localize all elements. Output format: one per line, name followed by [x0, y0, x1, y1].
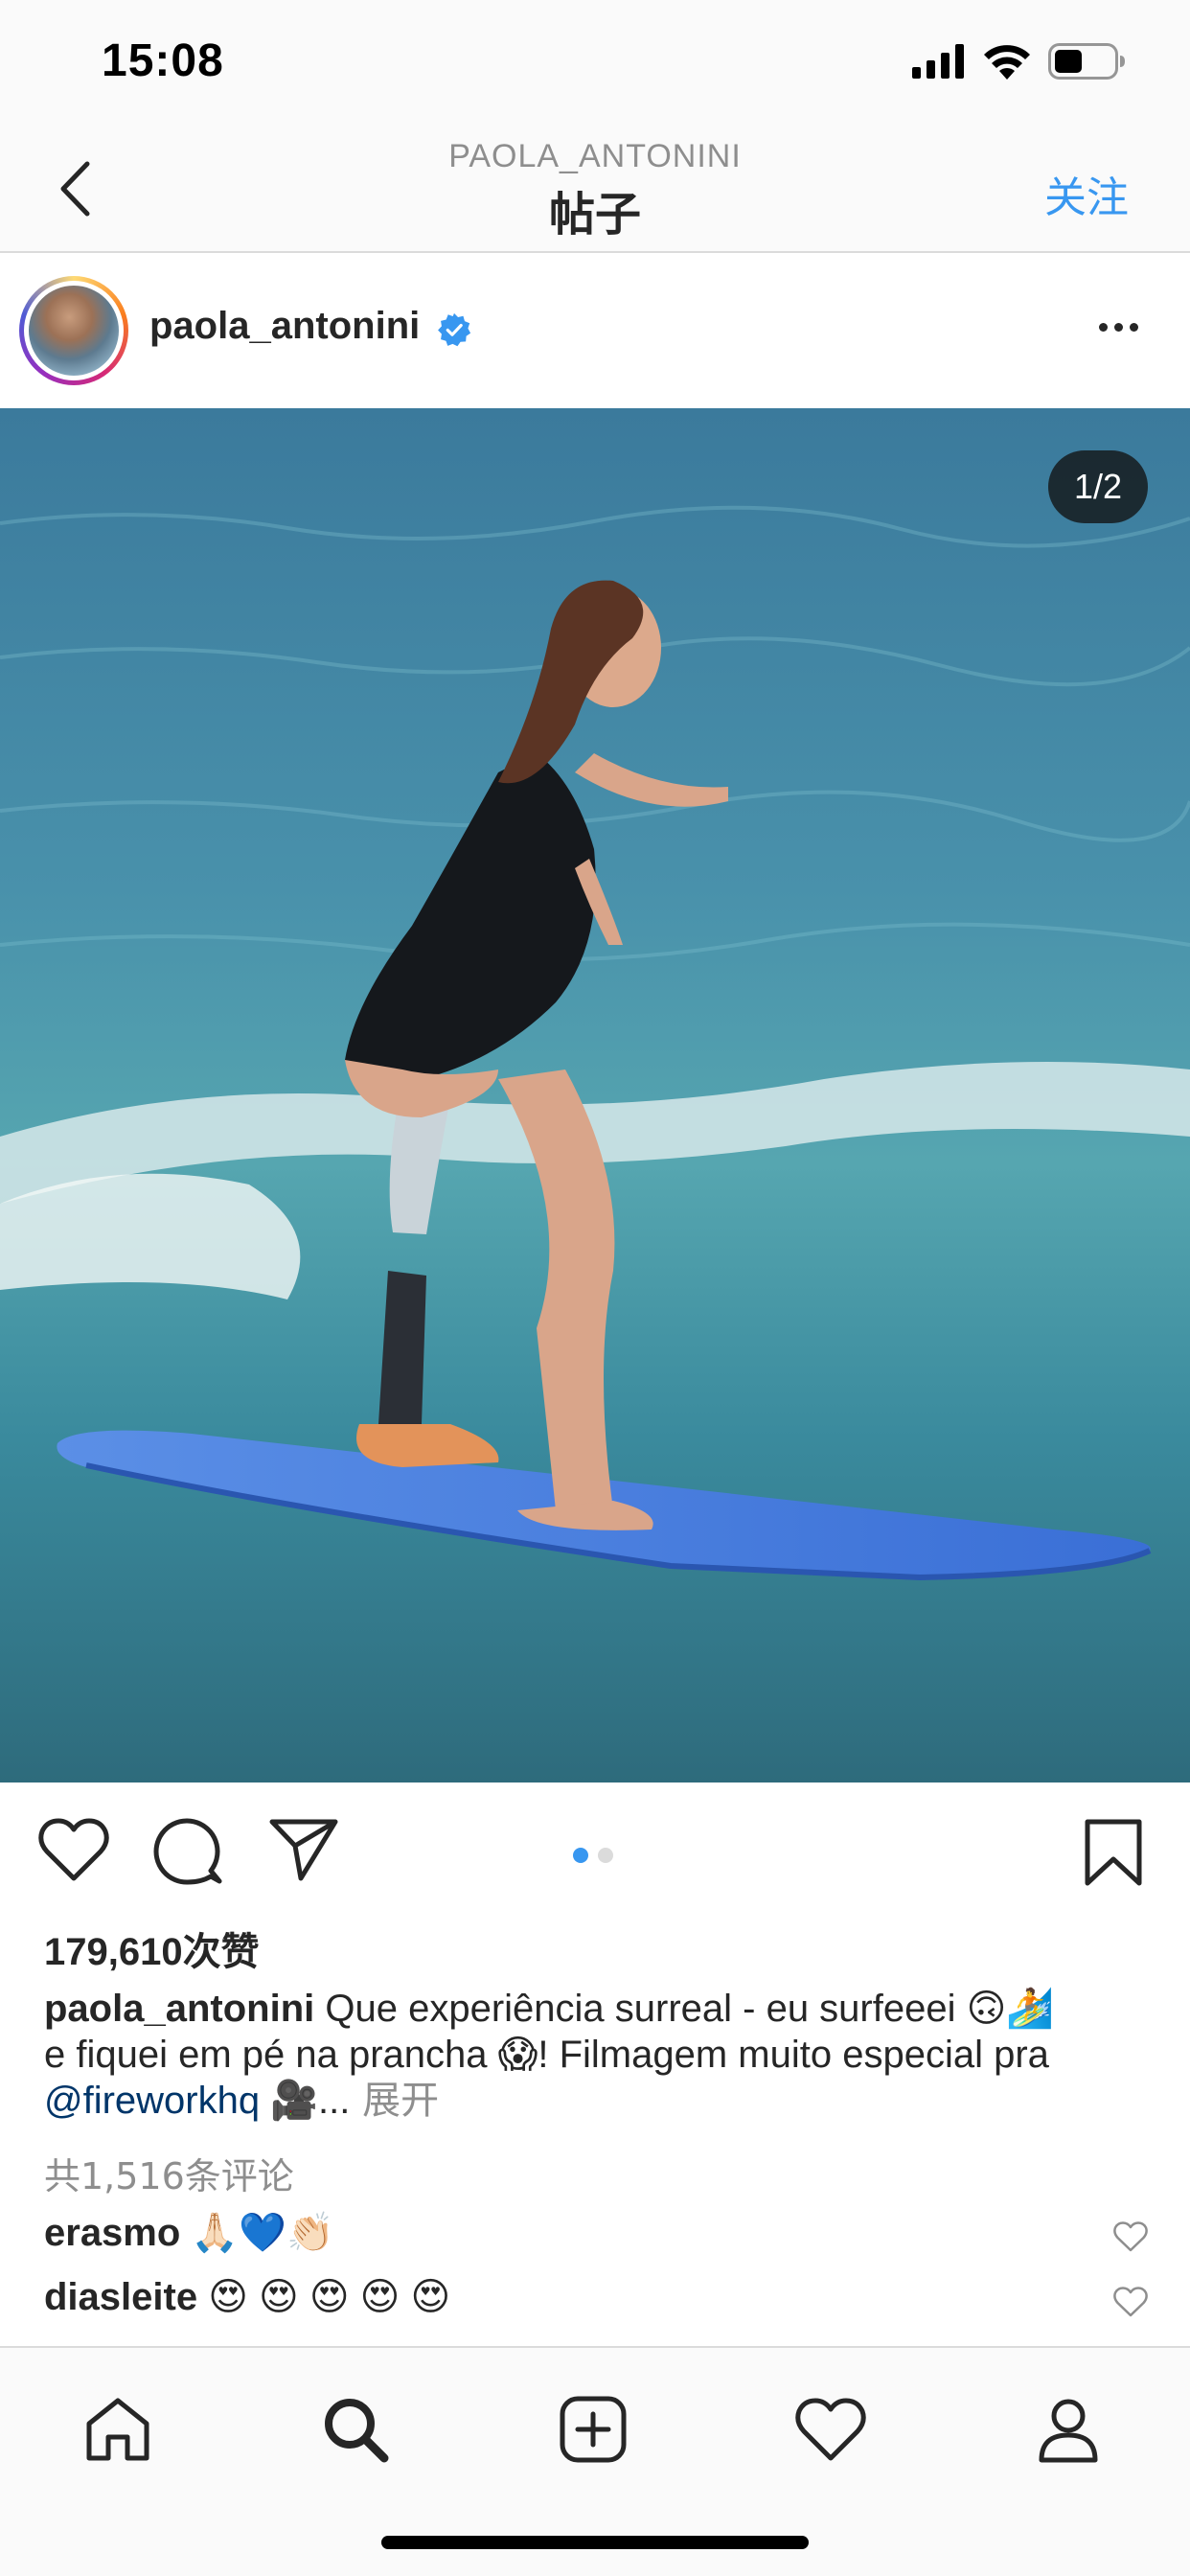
- comment-username[interactable]: diasleite: [44, 2276, 197, 2318]
- caption-line2: e fiquei em pé na prancha 😱! Filmagem mu…: [44, 2034, 1049, 2076]
- likes-unit: 次赞: [182, 1930, 260, 1974]
- carousel-dot: [598, 1848, 613, 1863]
- heart-icon[interactable]: [38, 1817, 109, 1882]
- caption-more-link[interactable]: 展开: [350, 2079, 439, 2123]
- header-username: PAOLA_ANTONINI: [448, 138, 742, 174]
- caption-line1: Que experiência surreal - eu surfeeei 🙃🏄: [314, 1988, 1055, 2030]
- likes-number: 179,610: [44, 1931, 183, 1973]
- battery-icon: [1048, 43, 1125, 80]
- view-all-comments-link[interactable]: 共1,516条评论: [44, 2147, 294, 2199]
- status-icons: [912, 42, 1127, 80]
- follow-button[interactable]: 关注: [1044, 163, 1129, 224]
- caption-tail: 🎥...: [260, 2080, 351, 2122]
- wifi-icon: [984, 45, 1030, 80]
- activity-heart-icon: [795, 2398, 866, 2461]
- status-time: 15:08: [102, 35, 224, 86]
- avatar[interactable]: [19, 276, 128, 385]
- avatar-image: [29, 286, 119, 376]
- home-icon: [86, 2398, 149, 2461]
- bookmark-icon[interactable]: [1083, 1817, 1144, 1888]
- add-post-icon: [560, 2396, 627, 2463]
- comment-like-icon[interactable]: [1113, 2221, 1148, 2252]
- comment-text: 🙏🏻💙👏🏻: [180, 2212, 334, 2254]
- post-header: paola_antonini: [0, 255, 1190, 406]
- signal-icon: [912, 44, 964, 79]
- share-icon[interactable]: [268, 1817, 339, 1882]
- tab-search[interactable]: [312, 2386, 399, 2472]
- comment-username[interactable]: erasmo: [44, 2212, 180, 2254]
- tab-home[interactable]: [75, 2386, 161, 2472]
- comment-icon[interactable]: [153, 1817, 222, 1886]
- comment-row: diasleite 😍 😍 😍 😍 😍: [44, 2275, 1156, 2319]
- home-indicator: [381, 2536, 809, 2549]
- status-bar: 15:08: [0, 0, 1190, 126]
- surfer-photo: [0, 408, 1190, 1782]
- action-bar: [0, 1782, 1190, 1917]
- likes-count[interactable]: 179,610次赞: [44, 1920, 260, 1976]
- profile-icon: [1039, 2399, 1098, 2463]
- search-icon: [325, 2399, 389, 2463]
- page-title: 帖子: [548, 188, 641, 242]
- tab-activity[interactable]: [788, 2386, 874, 2472]
- caption: paola_antonini Que experiência surreal -…: [44, 1986, 1156, 2124]
- more-options-button[interactable]: [1085, 303, 1152, 351]
- nav-header: PAOLA_ANTONINI 帖子 关注: [0, 126, 1190, 253]
- caption-username[interactable]: paola_antonini: [44, 1988, 314, 2030]
- more-dots-icon: [1098, 322, 1108, 332]
- verified-badge-icon: [438, 312, 471, 347]
- carousel-dot-active: [573, 1848, 588, 1863]
- image-counter: 1/2: [1048, 450, 1148, 523]
- carousel-dots: [573, 1848, 613, 1863]
- tab-profile[interactable]: [1025, 2386, 1111, 2472]
- comment-row: erasmo 🙏🏻💙👏🏻: [44, 2210, 1156, 2255]
- post-username[interactable]: paola_antonini: [149, 305, 420, 348]
- comment-like-icon[interactable]: [1113, 2287, 1148, 2317]
- comment-text: 😍 😍 😍 😍 😍: [197, 2276, 451, 2318]
- post-image[interactable]: 1/2: [0, 408, 1190, 1782]
- tab-new-post[interactable]: [550, 2386, 636, 2472]
- caption-mention[interactable]: @fireworkhq: [44, 2080, 260, 2122]
